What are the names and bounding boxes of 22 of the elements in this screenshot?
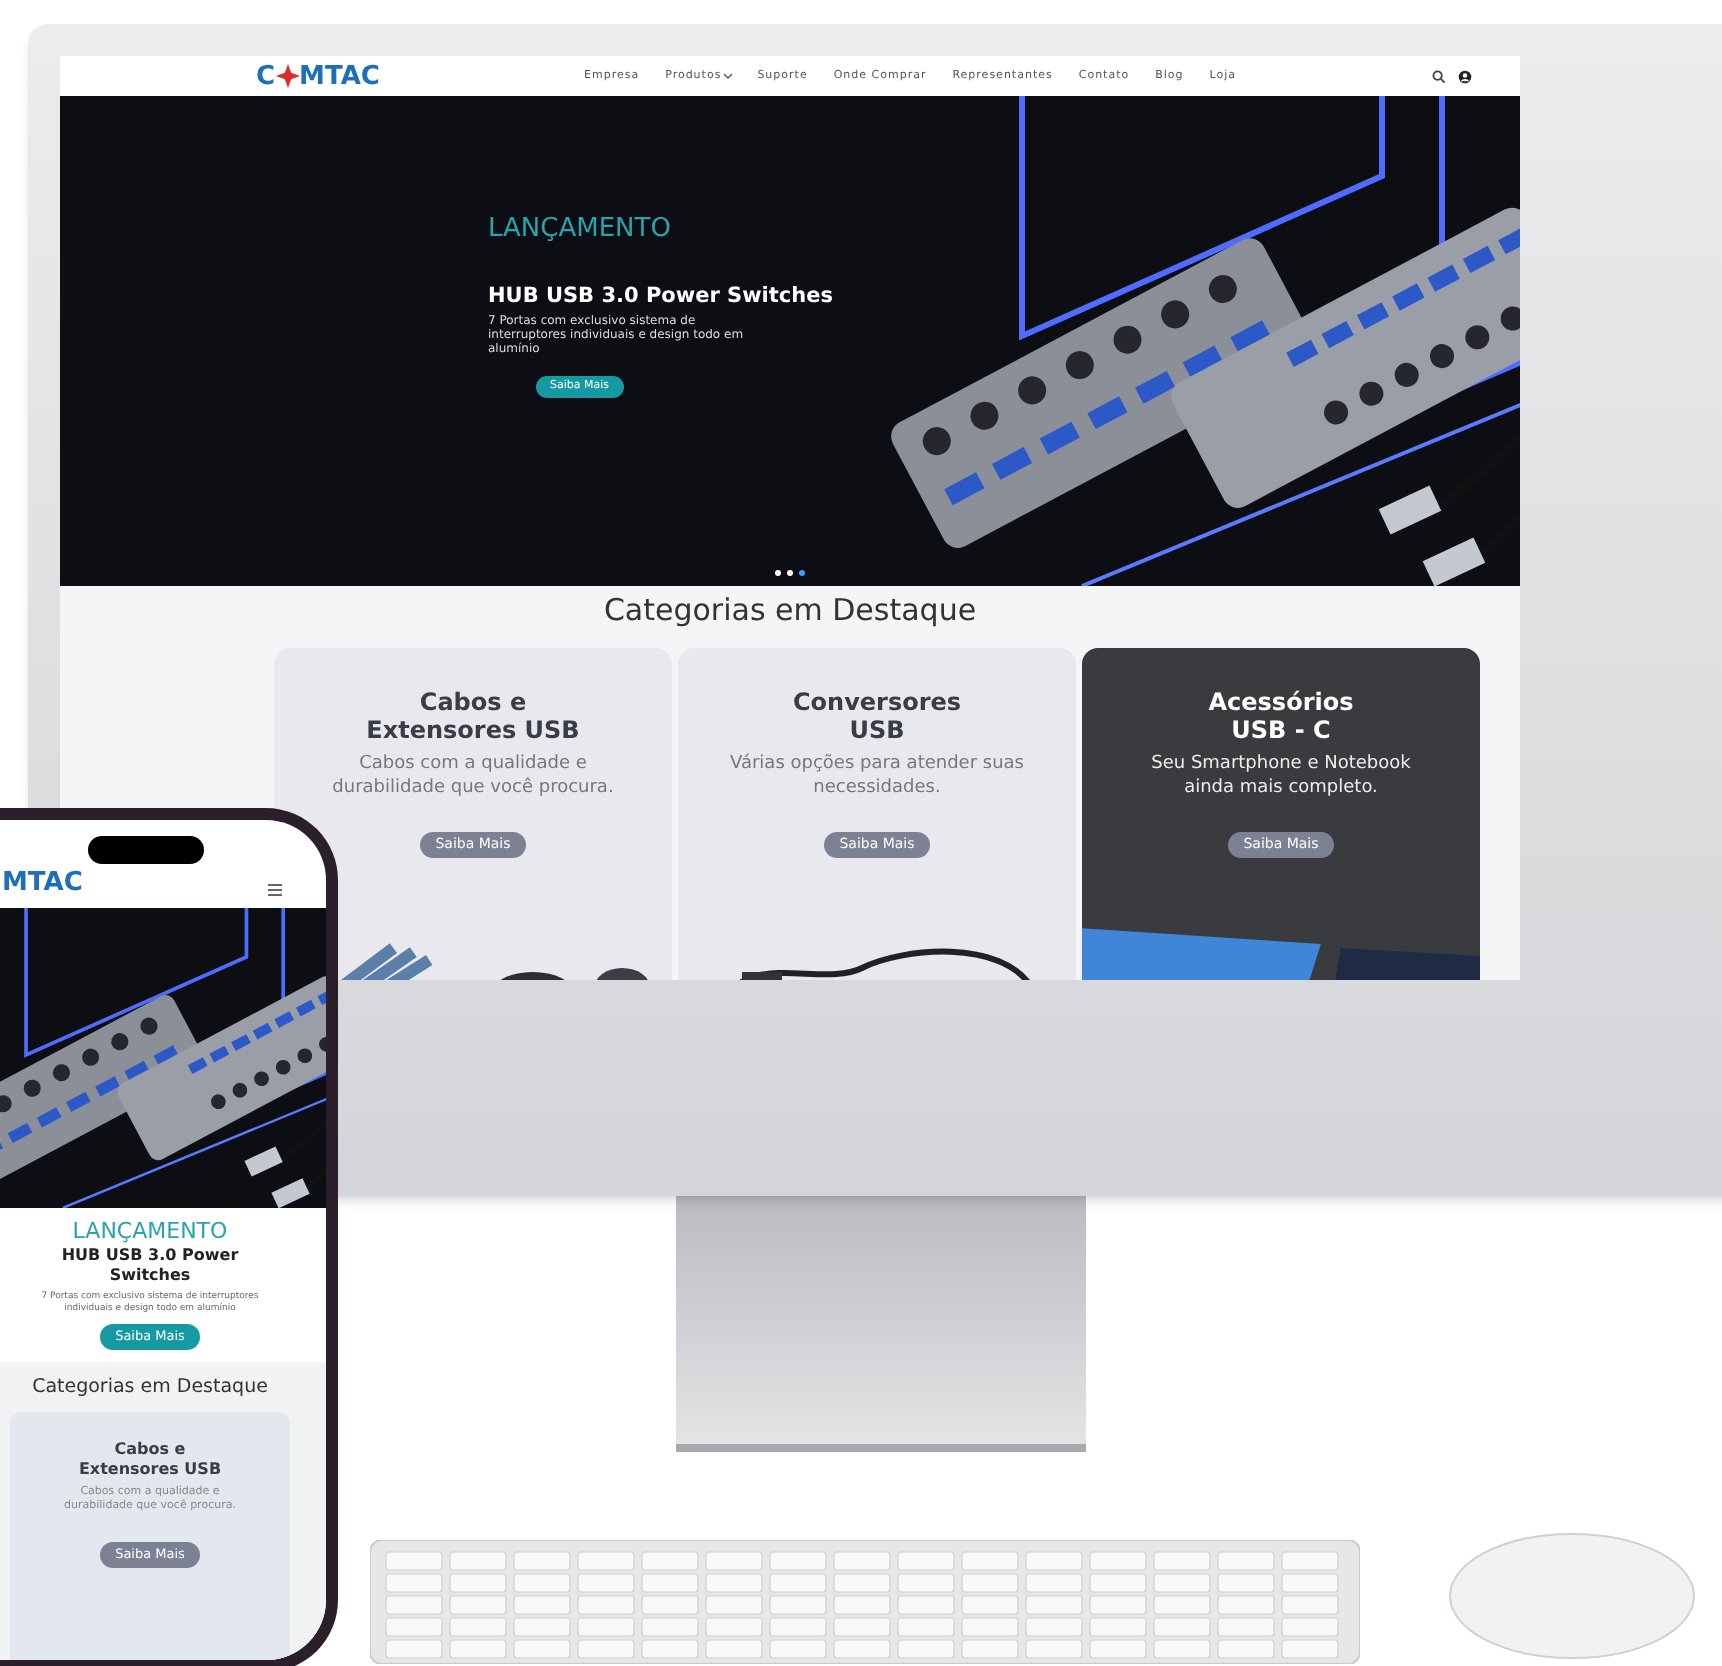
category-title: Acessórios USB - C [1208, 688, 1354, 744]
hero-eyebrow: LANÇAMENTO [72, 1220, 228, 1242]
hero-eyebrow: LANÇAMENTO [488, 216, 671, 242]
menu-icon[interactable] [268, 884, 282, 896]
dynamic-island [88, 836, 204, 864]
hero-title: HUB USB 3.0 Power Switches [59, 1246, 241, 1286]
category-title: Conversores USB [792, 688, 962, 744]
category-title: Cabos e Extensores USB [78, 1440, 222, 1480]
search-icon[interactable] [1432, 69, 1446, 83]
logo-text: C [256, 63, 276, 89]
user-icon[interactable] [1458, 69, 1472, 83]
hero-title: HUB USB 3.0 Power Switches [488, 286, 833, 307]
category-description: Cabos com a qualidade e durabilidade que você procura. [330, 752, 616, 800]
category-description: Seu Smartphone e Notebook ainda mais completo. [1149, 752, 1413, 800]
logo-text: MTAC [299, 63, 380, 89]
category-description: Várias opções para atender suas necessidades. [728, 752, 1026, 800]
section-title: Categorias em Destaque [32, 1377, 268, 1396]
star-logo-icon [275, 64, 300, 88]
category-title: Cabos e Extensores USB [366, 688, 580, 744]
logo-text: MTAC [2, 870, 83, 896]
chevron-down-icon [723, 72, 732, 80]
section-title: Categorias em Destaque [603, 596, 977, 626]
